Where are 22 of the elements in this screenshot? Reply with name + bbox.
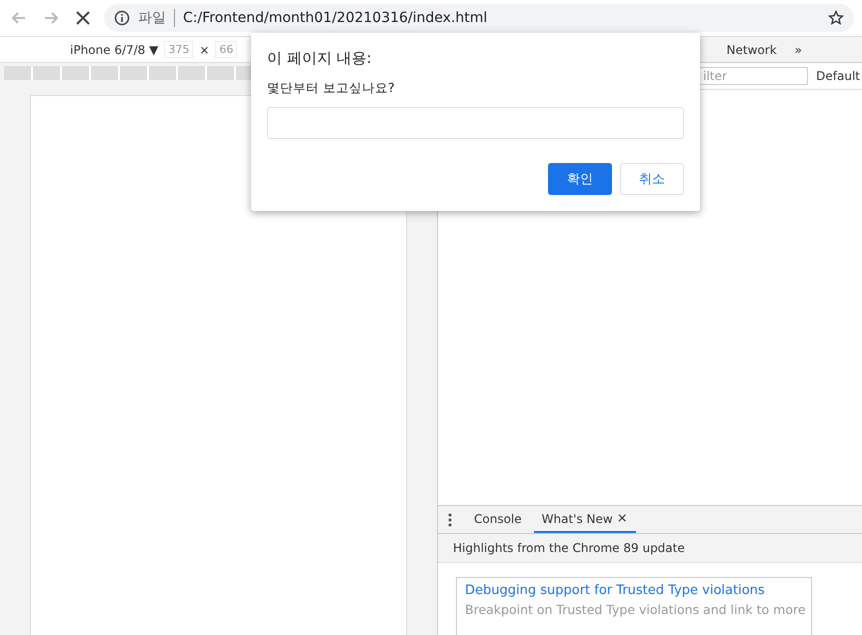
- feature-link[interactable]: Debugging support for Trusted Type violations: [465, 583, 803, 598]
- devtools-tab[interactable]: Network: [726, 42, 777, 56]
- url-text: C:/Frontend/month01/20210316/index.html: [183, 10, 488, 26]
- cancel-button[interactable]: 취소: [620, 163, 684, 195]
- close-tab-icon[interactable]: ×: [616, 511, 628, 526]
- info-icon[interactable]: [114, 10, 130, 26]
- drawer-tab[interactable]: Console: [466, 506, 530, 533]
- times-sign: ×: [199, 42, 210, 56]
- address-bar[interactable]: 파일 C:/Frontend/month01/20210316/index.html: [104, 4, 854, 32]
- input-field[interactable]: [267, 107, 684, 139]
- ok-button[interactable]: 확인: [548, 163, 612, 195]
- more-tabs-button[interactable]: »: [794, 42, 802, 56]
- dialog-title: 이 페이지 내용:: [267, 49, 373, 68]
- dialog-message: 몇단부터 보고싶나요?: [267, 80, 396, 97]
- feature-description: Breakpoint on Trusted Type violations and link to more: [465, 602, 803, 617]
- device-select[interactable]: iPhone 6/7/8 ▼: [70, 42, 158, 56]
- more-icon[interactable]: [448, 512, 452, 526]
- panel-heading: Highlights from the Chrome 89 update: [453, 541, 685, 555]
- levels-select[interactable]: Default: [816, 69, 860, 83]
- star-icon[interactable]: [828, 10, 844, 26]
- filter-field[interactable]: ilter: [698, 67, 808, 85]
- scheme-label: 파일: [138, 9, 175, 27]
